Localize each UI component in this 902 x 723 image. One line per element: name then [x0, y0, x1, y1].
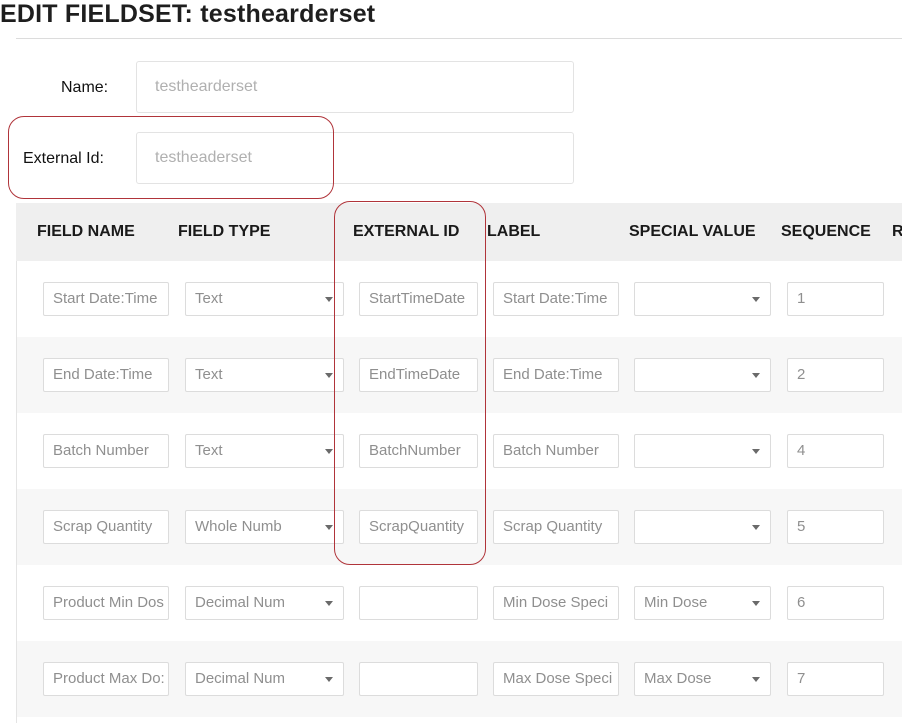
col-head-external-id: EXTERNAL ID	[353, 223, 460, 240]
col-head-sequence: SEQUENCE	[781, 223, 871, 240]
external-id-field[interactable]: ScrapQuantity	[359, 510, 478, 544]
special-value-select[interactable]: Min Dose	[634, 586, 771, 620]
field-type-value: Text	[195, 290, 223, 307]
table-row: Product Max Do: Decimal Num Max Dose Spe…	[17, 641, 902, 717]
field-name-input[interactable]: Product Max Do:	[43, 662, 169, 696]
label-input[interactable]: Max Dose Speci	[493, 662, 619, 696]
field-name-input[interactable]: Scrap Quantity	[43, 510, 169, 544]
table-row: Product Min Dos Decimal Num Min Dose Spe…	[17, 565, 902, 641]
chevron-down-icon	[325, 449, 333, 454]
sequence-input[interactable]: 4	[787, 434, 884, 468]
name-label: Name:	[61, 79, 109, 96]
sequence-input[interactable]: 5	[787, 510, 884, 544]
field-name-input[interactable]: Product Min Dos	[43, 586, 169, 620]
special-value-select[interactable]	[634, 358, 771, 392]
field-type-select[interactable]: Decimal Num	[185, 586, 344, 620]
external-id-input[interactable]	[136, 132, 574, 184]
special-value-select[interactable]	[634, 434, 771, 468]
sequence-input[interactable]: 1	[787, 282, 884, 316]
table-row: End Date:Time Text EndTimeDate End Date:…	[17, 337, 902, 413]
sequence-input[interactable]: 7	[787, 662, 884, 696]
field-name-input[interactable]: End Date:Time	[43, 358, 169, 392]
field-type-select[interactable]: Text	[185, 282, 344, 316]
label-input[interactable]: End Date:Time	[493, 358, 619, 392]
chevron-down-icon	[752, 601, 760, 606]
fields-grid: Start Date:Time Text StartTimeDate Start…	[16, 261, 902, 723]
label-input[interactable]: Scrap Quantity	[493, 510, 619, 544]
field-type-value: Text	[195, 366, 223, 383]
external-id-field[interactable]: BatchNumber	[359, 434, 478, 468]
external-id-field[interactable]	[359, 662, 478, 696]
field-type-value: Whole Numb	[195, 518, 282, 535]
field-type-select[interactable]: Decimal Num	[185, 662, 344, 696]
table-row: Batch Number Text BatchNumber Batch Numb…	[17, 413, 902, 489]
special-value-value: Max Dose	[644, 670, 712, 687]
title-divider	[16, 38, 902, 39]
chevron-down-icon	[325, 525, 333, 530]
chevron-down-icon	[325, 373, 333, 378]
label-input[interactable]: Batch Number	[493, 434, 619, 468]
special-value-value: Min Dose	[644, 594, 708, 611]
col-head-special-value: SPECIAL VALUE	[629, 223, 756, 240]
field-type-select[interactable]: Whole Numb	[185, 510, 344, 544]
field-type-value: Decimal Num	[195, 594, 286, 611]
chevron-down-icon	[752, 677, 760, 682]
field-type-value: Text	[195, 442, 223, 459]
field-name-input[interactable]: Start Date:Time	[43, 282, 169, 316]
col-head-label: LABEL	[487, 223, 541, 240]
chevron-down-icon	[752, 297, 760, 302]
col-head-field-name: FIELD NAME	[37, 223, 135, 240]
chevron-down-icon	[325, 601, 333, 606]
field-type-select[interactable]: Text	[185, 358, 344, 392]
external-id-field[interactable]	[359, 586, 478, 620]
field-name-input[interactable]: Batch Number	[43, 434, 169, 468]
table-row: Scrap Quantity Whole Numb ScrapQuantity …	[17, 489, 902, 565]
special-value-select[interactable]	[634, 282, 771, 316]
external-id-field[interactable]: StartTimeDate	[359, 282, 478, 316]
chevron-down-icon	[752, 449, 760, 454]
field-type-value: Decimal Num	[195, 670, 286, 687]
chevron-down-icon	[325, 677, 333, 682]
col-head-field-type: FIELD TYPE	[178, 223, 271, 240]
special-value-select[interactable]	[634, 510, 771, 544]
chevron-down-icon	[752, 525, 760, 530]
chevron-down-icon	[325, 297, 333, 302]
label-input[interactable]: Start Date:Time	[493, 282, 619, 316]
special-value-select[interactable]: Max Dose	[634, 662, 771, 696]
col-head-r: R	[892, 223, 902, 240]
label-input[interactable]: Min Dose Speci	[493, 586, 619, 620]
page-title: EDIT FIELDSET: testhearderset	[0, 0, 376, 28]
name-input[interactable]	[136, 61, 574, 113]
sequence-input[interactable]: 2	[787, 358, 884, 392]
chevron-down-icon	[752, 373, 760, 378]
grid-header: FIELD NAME FIELD TYPE EXTERNAL ID LABEL …	[16, 203, 902, 261]
sequence-input[interactable]: 6	[787, 586, 884, 620]
field-type-select[interactable]: Text	[185, 434, 344, 468]
external-id-label: External Id:	[23, 150, 104, 167]
table-row: Start Date:Time Text StartTimeDate Start…	[17, 261, 902, 337]
external-id-field[interactable]: EndTimeDate	[359, 358, 478, 392]
